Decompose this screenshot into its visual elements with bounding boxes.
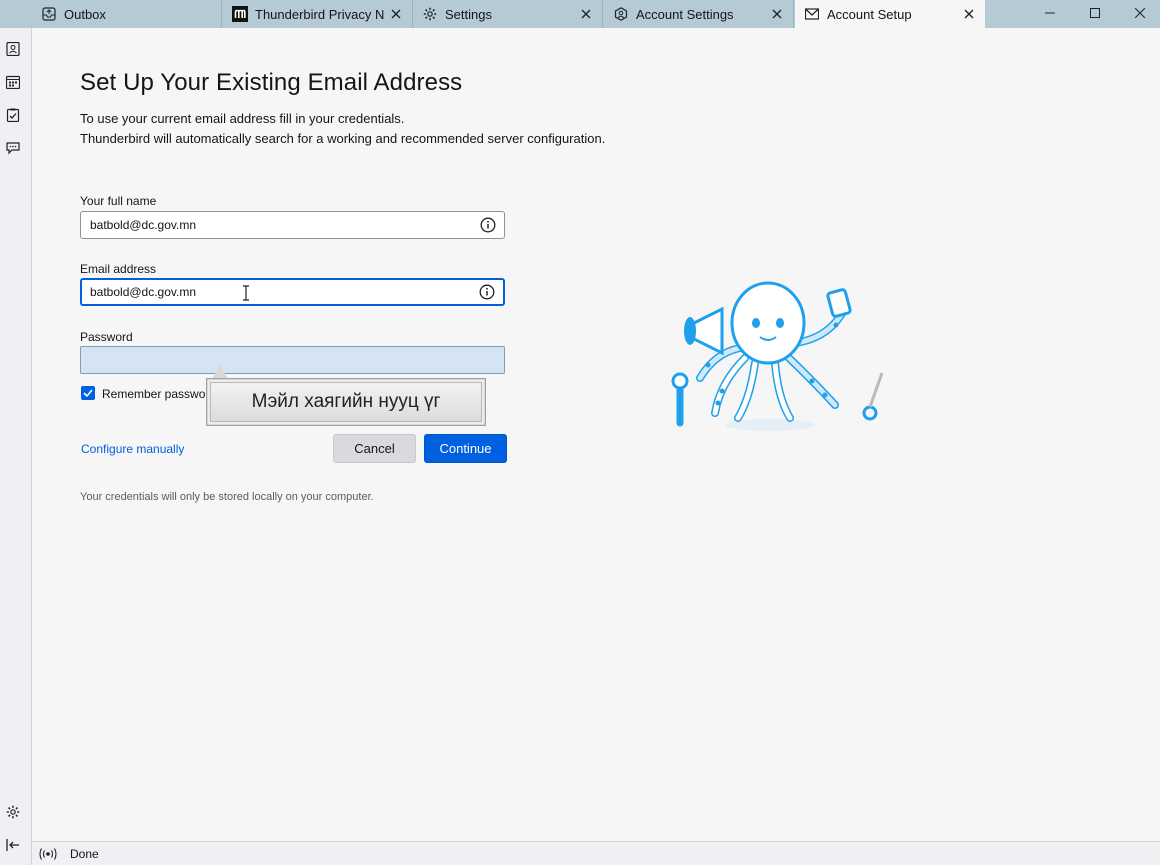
chat-icon[interactable] [4, 139, 22, 157]
close-icon[interactable] [388, 6, 404, 22]
close-icon[interactable] [961, 6, 977, 22]
configure-manually-link[interactable]: Configure manually [81, 442, 184, 456]
spaces-toolbar [0, 0, 32, 865]
mozilla-m-icon [232, 6, 248, 22]
page-title: Set Up Your Existing Email Address [80, 69, 463, 96]
credentials-note: Your credentials will only be stored loc… [80, 491, 374, 503]
close-icon[interactable] [769, 6, 785, 22]
tooltip-tail [212, 365, 228, 379]
outbox-icon [41, 6, 57, 22]
calendar-icon[interactable] [4, 73, 22, 91]
intro-line: Thunderbird will automatically search fo… [80, 131, 606, 146]
email-field[interactable]: batbold@dc.gov.mn [80, 278, 505, 306]
tab-label: Settings [445, 6, 492, 22]
settings-gear-icon[interactable] [4, 803, 22, 821]
collapse-spaces-icon[interactable] [4, 836, 22, 854]
fullname-label: Your full name [80, 194, 157, 208]
address-book-icon[interactable] [4, 40, 22, 58]
mail-setup-icon [804, 6, 820, 22]
account-settings-icon [613, 6, 629, 22]
minimize-icon[interactable] [1027, 0, 1073, 26]
tab-account-settings[interactable]: Account Settings [604, 0, 794, 28]
intro-line: To use your current email address fill i… [80, 111, 405, 126]
remember-password-label[interactable]: Remember password [102, 387, 216, 401]
password-label: Password [80, 330, 133, 344]
email-label: Email address [80, 262, 157, 276]
cancel-button[interactable]: Cancel [333, 434, 416, 463]
online-status-icon[interactable] [38, 846, 58, 862]
maximize-icon[interactable] [1072, 0, 1118, 26]
tab-label: Outbox [64, 6, 106, 22]
info-icon[interactable] [480, 217, 496, 233]
status-text: Done [70, 846, 99, 861]
password-field[interactable] [80, 346, 505, 374]
tab-privacy-notice[interactable]: Thunderbird Privacy Not [223, 0, 413, 28]
tab-label: Thunderbird Privacy Not [255, 6, 384, 22]
email-value: batbold@dc.gov.mn [90, 285, 197, 299]
tasks-icon[interactable] [4, 106, 22, 124]
password-tooltip: Мэйл хаягийн нууц үг [206, 378, 486, 426]
text-cursor-icon [242, 285, 250, 301]
tab-bar: Outbox Thunderbird Privacy Not Settings … [0, 0, 1160, 28]
tab-label: Account Setup [827, 6, 912, 22]
close-icon[interactable] [578, 6, 594, 22]
gear-icon [422, 6, 438, 22]
remember-password-checkbox[interactable] [81, 386, 95, 400]
fullname-value: batbold@dc.gov.mn [90, 218, 197, 232]
tooltip-text: Мэйл хаягийн нууц үг [210, 382, 482, 422]
account-setup-page: Set Up Your Existing Email Address To us… [32, 28, 1160, 841]
info-icon[interactable] [479, 284, 495, 300]
tab-label: Account Settings [636, 6, 734, 22]
tab-settings[interactable]: Settings [413, 0, 603, 28]
intro-text: To use your current email address fill i… [80, 109, 605, 149]
fullname-field[interactable]: batbold@dc.gov.mn [80, 211, 505, 239]
continue-button[interactable]: Continue [424, 434, 507, 463]
tab-account-setup[interactable]: Account Setup [795, 0, 985, 28]
octopus-illustration [671, 281, 884, 431]
tab-outbox[interactable]: Outbox [32, 0, 222, 28]
status-bar: Done [32, 841, 1160, 865]
window-close-icon[interactable] [1117, 0, 1160, 26]
